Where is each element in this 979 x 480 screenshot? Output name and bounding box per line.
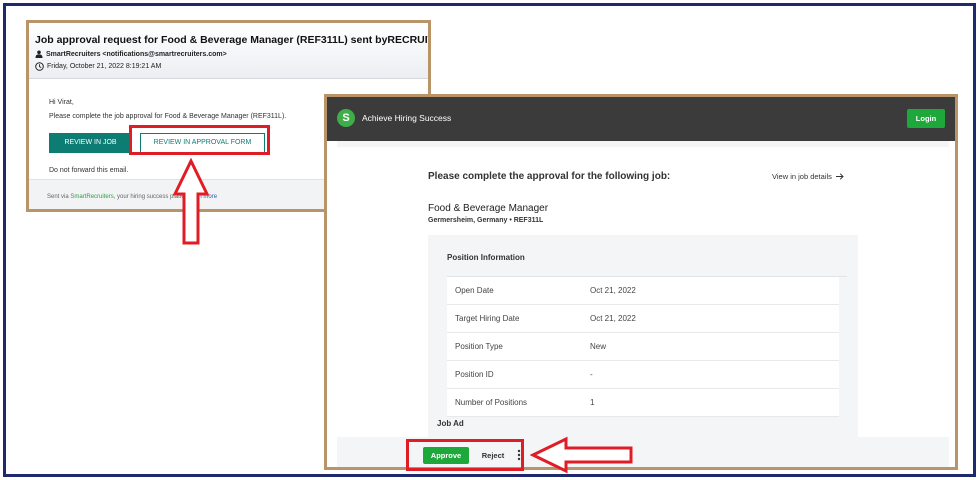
position-label: Position Type bbox=[455, 342, 503, 351]
position-information-title: Position Information bbox=[447, 253, 525, 262]
job-ad-heading: Job Ad bbox=[437, 419, 464, 428]
email-sender: SmartRecruiters <notifications@smartrecr… bbox=[35, 50, 227, 58]
position-row-position-id: Position ID - bbox=[447, 361, 839, 389]
email-subject: Job approval request for Food & Beverage… bbox=[35, 34, 428, 46]
view-in-job-details-link[interactable]: View in job details bbox=[772, 172, 844, 181]
position-row-target-hiring-date: Target Hiring Date Oct 21, 2022 bbox=[447, 305, 839, 333]
position-information-section: Position Information Open Date Oct 21, 2… bbox=[428, 235, 858, 445]
arrow-right-icon bbox=[835, 173, 844, 180]
position-row-number-of-positions: Number of Positions 1 bbox=[447, 389, 839, 417]
position-value: New bbox=[590, 342, 607, 351]
email-sender-text: SmartRecruiters <notifications@smartrecr… bbox=[46, 50, 227, 58]
position-value: 1 bbox=[590, 398, 595, 407]
email-date-text: Friday, October 21, 2022 8:19:21 AM bbox=[47, 63, 162, 70]
smartrecruiters-logo-icon: S bbox=[337, 109, 355, 127]
email-message: Please complete the job approval for Foo… bbox=[49, 113, 287, 120]
approval-card: Please complete the approval for the fol… bbox=[337, 147, 949, 445]
job-location: Germersheim, Germany • REF311L bbox=[428, 217, 544, 224]
position-row-open-date: Open Date Oct 21, 2022 bbox=[447, 277, 839, 305]
position-label: Target Hiring Date bbox=[455, 314, 520, 323]
review-form-highlight-box bbox=[129, 125, 270, 155]
approval-panel: S Achieve Hiring Success Login Please co… bbox=[324, 94, 958, 470]
position-label: Number of Positions bbox=[455, 398, 528, 407]
approval-heading: Please complete the approval for the fol… bbox=[428, 171, 671, 182]
job-title: Food & Beverage Manager bbox=[428, 203, 549, 214]
email-date: Friday, October 21, 2022 8:19:21 AM bbox=[35, 62, 161, 71]
position-row-position-type: Position Type New bbox=[447, 333, 839, 361]
email-header: Job approval request for Food & Beverage… bbox=[29, 23, 428, 79]
arrow-up-icon bbox=[172, 158, 210, 245]
position-value: Oct 21, 2022 bbox=[590, 286, 636, 295]
review-in-job-button[interactable]: REVIEW IN JOB bbox=[49, 133, 132, 153]
position-label: Open Date bbox=[455, 286, 494, 295]
app-title: Achieve Hiring Success bbox=[362, 113, 452, 123]
position-label: Position ID bbox=[455, 370, 494, 379]
arrow-left-icon bbox=[530, 436, 633, 474]
footer-brand: SmartRecruiters bbox=[70, 194, 114, 200]
person-icon bbox=[35, 50, 43, 58]
clock-icon bbox=[35, 62, 44, 71]
login-button[interactable]: Login bbox=[907, 109, 945, 128]
position-table: Open Date Oct 21, 2022 Target Hiring Dat… bbox=[447, 277, 839, 417]
position-value: - bbox=[590, 370, 593, 379]
email-note: Do not forward this email. bbox=[49, 167, 129, 174]
position-value: Oct 21, 2022 bbox=[590, 314, 636, 323]
view-in-job-details-label: View in job details bbox=[772, 172, 832, 181]
main-content: Please complete the approval for the fol… bbox=[337, 141, 949, 467]
top-bar: S Achieve Hiring Success Login bbox=[327, 97, 955, 141]
email-greeting: Hi Virat, bbox=[49, 99, 74, 106]
approve-reject-highlight-box bbox=[406, 439, 524, 471]
footer-prefix: Sent via bbox=[47, 194, 71, 200]
